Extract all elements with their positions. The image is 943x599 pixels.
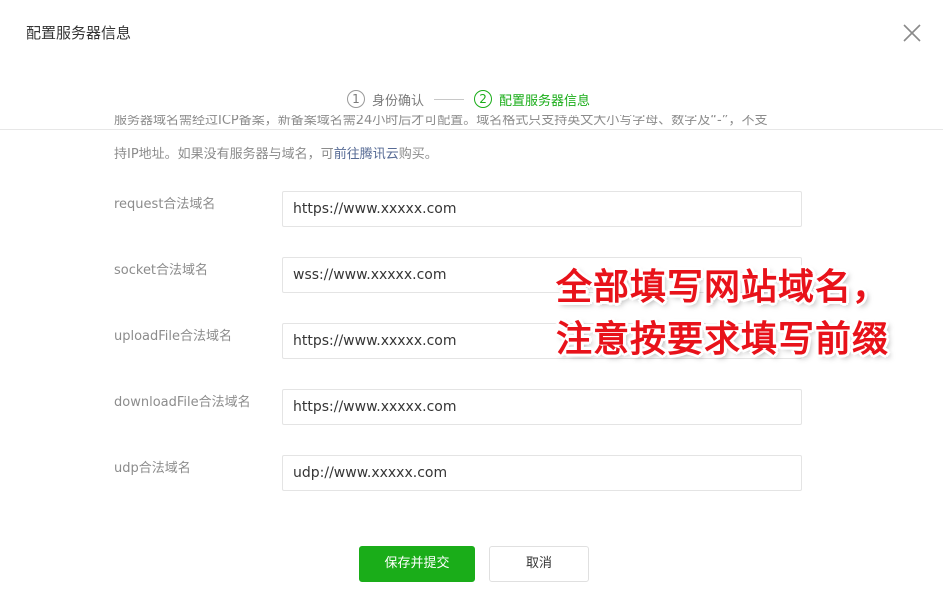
step-server-config: 2 配置服务器信息 bbox=[474, 90, 590, 109]
downloadfile-domain-input[interactable] bbox=[282, 389, 802, 425]
step-identity: 1 身份确认 bbox=[347, 90, 424, 109]
step-label: 身份确认 bbox=[372, 93, 425, 109]
request-domain-label: request合法域名 bbox=[114, 197, 216, 212]
uploadfile-domain-label: uploadFile合法域名 bbox=[114, 329, 233, 344]
close-button[interactable] bbox=[900, 21, 924, 45]
step-connector bbox=[434, 98, 465, 100]
header-divider bbox=[0, 129, 943, 130]
description-clipped-text: 服务器域名需经过ICP备案，新备案域名需24小时后才可配置。域名格式只支持英文大… bbox=[114, 115, 768, 128]
cancel-button[interactable]: 取消 bbox=[489, 546, 589, 582]
step-indicator: 1 身份确认 2 配置服务器信息 bbox=[347, 89, 590, 109]
description-clipped-line: 服务器域名需经过ICP备案，新备案域名需24小时后才可配置。域名格式只支持英文大… bbox=[114, 115, 834, 129]
save-submit-button[interactable]: 保存并提交 bbox=[359, 546, 475, 582]
step-number: 2 bbox=[474, 90, 493, 108]
step-number: 1 bbox=[347, 90, 365, 108]
udp-domain-input[interactable] bbox=[282, 455, 802, 491]
tencent-cloud-link[interactable]: 前往腾讯云 bbox=[334, 147, 399, 162]
close-icon[interactable] bbox=[900, 21, 924, 45]
annotation-line-2: 注意按要求填写前缀 bbox=[556, 319, 890, 360]
instruction-annotation: 全部填写网站域名， 注意按要求填写前缀 bbox=[556, 262, 936, 366]
annotation-line-1: 全部填写网站域名， bbox=[556, 267, 890, 308]
step-label: 配置服务器信息 bbox=[499, 93, 591, 109]
socket-domain-label: socket合法域名 bbox=[114, 263, 209, 278]
downloadfile-domain-label: downloadFile合法域名 bbox=[114, 395, 251, 410]
description-suffix: 购买。 bbox=[398, 147, 438, 162]
request-domain-input[interactable] bbox=[282, 191, 802, 227]
udp-domain-label: udp合法域名 bbox=[114, 461, 191, 476]
description-line: 持IP地址。如果没有服务器与域名，可前往腾讯云购买。 bbox=[114, 143, 438, 162]
description-prefix: 持IP地址。如果没有服务器与域名，可 bbox=[114, 147, 334, 162]
dialog-title: 配置服务器信息 bbox=[26, 24, 132, 42]
